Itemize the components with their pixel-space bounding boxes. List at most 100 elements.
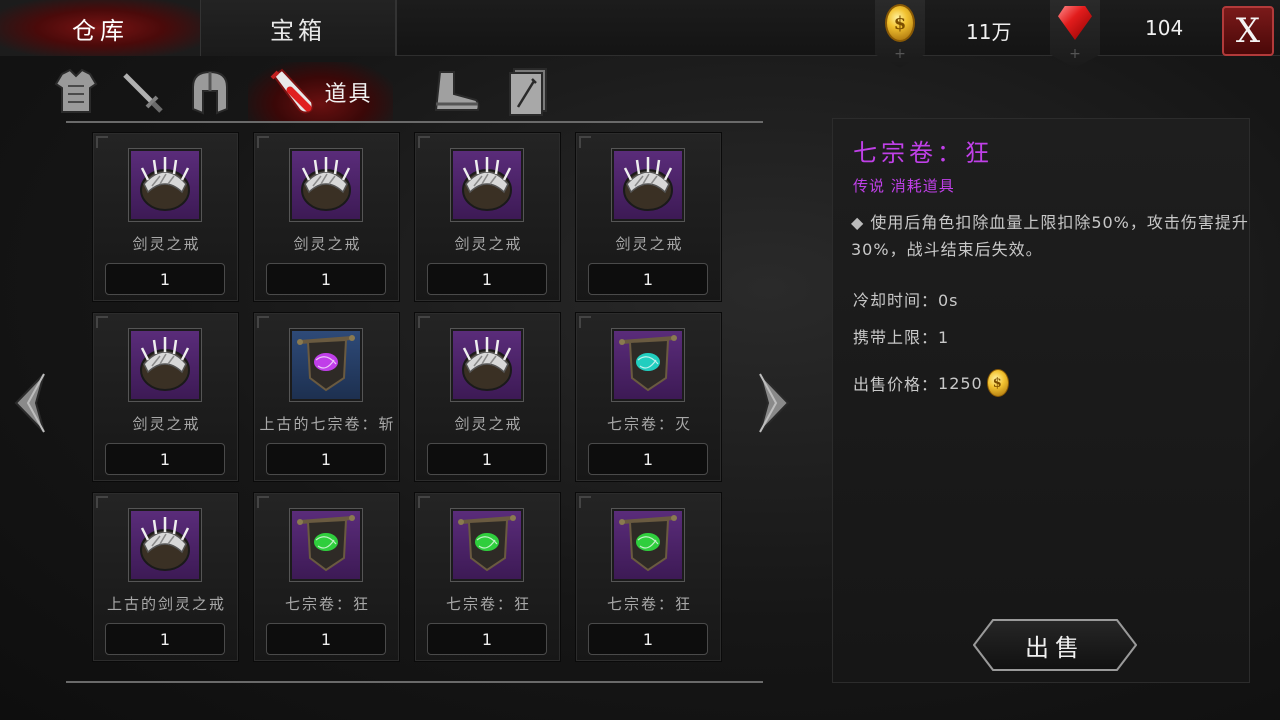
item-name: 剑灵之戒	[454, 415, 523, 433]
inventory-slot[interactable]: 剑灵之戒 1	[414, 312, 561, 482]
tab-items[interactable]: 道具	[248, 62, 393, 122]
spiked-ring-icon	[612, 149, 684, 221]
ruby-gem-icon	[1058, 6, 1092, 40]
item-description: ◆ 使用后角色扣除血量上限扣除50%，攻击伤害提升30%，战斗结束后失效。	[851, 209, 1251, 263]
item-title: 七宗卷：狂	[853, 139, 993, 167]
boot-icon	[434, 71, 480, 111]
spiked-ring-icon	[129, 329, 201, 401]
helmet-icon	[192, 70, 228, 115]
slot-corner-decoration	[257, 136, 269, 148]
item-quantity: 1	[588, 443, 708, 475]
gold-coin-icon: $	[986, 369, 1009, 397]
item-cooldown: 冷却时间：0s	[853, 291, 959, 310]
inventory-slot[interactable]: 上古的七宗卷：斩 1	[253, 312, 400, 482]
scroll-card-icon	[509, 68, 547, 116]
spiked-ring-icon	[451, 329, 523, 401]
slot-corner-decoration	[418, 136, 430, 148]
item-quantity: 1	[588, 263, 708, 295]
item-quantity: 1	[427, 443, 547, 475]
item-name: 上古的七宗卷：斩	[259, 415, 396, 433]
sell-price-value: 1250	[938, 373, 983, 393]
item-quantity: 1	[105, 623, 225, 655]
banner-scroll-icon	[612, 509, 684, 581]
inventory-slot[interactable]: 七宗卷：灭 1	[575, 312, 722, 482]
tab-weapon[interactable]	[114, 62, 170, 122]
grid-bottom-line	[66, 681, 763, 683]
item-name: 七宗卷：狂	[284, 595, 370, 613]
divider	[396, 0, 397, 56]
inventory-slot[interactable]: 上古的剑灵之戒 1	[92, 492, 239, 662]
item-quantity: 1	[588, 623, 708, 655]
inventory-slot[interactable]: 剑灵之戒 1	[575, 132, 722, 302]
inventory-slot[interactable]: 七宗卷：狂 1	[414, 492, 561, 662]
banner-scroll-icon	[451, 509, 523, 581]
item-name: 七宗卷：狂	[606, 595, 692, 613]
add-gold-icon: +	[894, 46, 906, 62]
banner-scroll-icon	[290, 329, 362, 401]
slot-corner-decoration	[257, 496, 269, 508]
inventory-slot[interactable]: 七宗卷：狂 1	[253, 492, 400, 662]
close-button[interactable]: X	[1222, 6, 1274, 56]
slot-corner-decoration	[96, 136, 108, 148]
tabs-divider-line	[66, 121, 763, 123]
item-sell-price: 出售价格： 1250 $	[853, 369, 1009, 397]
sell-button-label: 出售	[1025, 633, 1085, 662]
inventory-slot[interactable]: 剑灵之戒 1	[92, 132, 239, 302]
item-name: 剑灵之戒	[132, 415, 201, 433]
spiked-ring-icon	[451, 149, 523, 221]
potion-icon	[271, 68, 314, 114]
armor-icon	[54, 68, 98, 113]
tab-boots[interactable]	[428, 62, 484, 122]
spiked-ring-icon	[290, 149, 362, 221]
banner-scroll-icon	[612, 329, 684, 401]
slot-corner-decoration	[96, 316, 108, 328]
next-page-arrow-icon[interactable]	[758, 372, 794, 434]
tab-armor[interactable]	[48, 62, 104, 122]
slot-corner-decoration	[257, 316, 269, 328]
item-rarity-type: 传说 消耗道具	[853, 177, 955, 195]
tab-helmet[interactable]	[182, 62, 238, 122]
tab-items-label: 道具	[324, 82, 373, 107]
slot-corner-decoration	[96, 496, 108, 508]
slot-corner-decoration	[579, 136, 591, 148]
item-name: 七宗卷：灭	[606, 415, 692, 433]
tab-scrolls[interactable]	[500, 62, 556, 122]
item-quantity: 1	[427, 623, 547, 655]
inventory-slot[interactable]: 剑灵之戒 1	[92, 312, 239, 482]
spiked-ring-icon	[129, 509, 201, 581]
item-quantity: 1	[266, 263, 386, 295]
inventory-slot[interactable]: 剑灵之戒 1	[414, 132, 561, 302]
sell-price-label: 出售价格：	[853, 375, 939, 394]
spiked-ring-icon	[129, 149, 201, 221]
slot-corner-decoration	[418, 496, 430, 508]
add-gem-icon: +	[1069, 46, 1081, 62]
item-description-text: 使用后角色扣除血量上限扣除50%，攻击伤害提升30%，战斗结束后失效。	[851, 213, 1249, 259]
item-quantity: 1	[105, 263, 225, 295]
gem-amount: 104	[1145, 16, 1184, 40]
gold-slot[interactable]: $ +	[875, 0, 925, 68]
inventory-slot[interactable]: 七宗卷：狂 1	[575, 492, 722, 662]
item-name: 剑灵之戒	[454, 235, 523, 253]
top-bar: 仓库 宝箱 $ + 11万 + 104 X	[0, 0, 1280, 68]
gold-coin-icon: $	[885, 4, 915, 42]
banner-scroll-icon	[290, 509, 362, 581]
inventory-slot[interactable]: 剑灵之戒 1	[253, 132, 400, 302]
gold-amount: 11万	[966, 20, 1012, 44]
item-carry-limit: 携带上限：1	[853, 328, 950, 347]
inventory-grid: 剑灵之戒 1 剑灵之戒 1 剑灵之戒 1 剑灵之戒 1 剑灵之戒 1 上古的七宗卷：斩 1 剑灵之戒 1 七…	[92, 132, 726, 666]
gem-slot[interactable]: +	[1050, 0, 1100, 68]
item-name: 剑灵之戒	[293, 235, 362, 253]
tab-treasure-chest[interactable]: 宝箱	[200, 0, 396, 56]
slot-corner-decoration	[579, 316, 591, 328]
prev-page-arrow-icon[interactable]	[10, 372, 46, 434]
item-name: 剑灵之戒	[132, 235, 201, 253]
sword-icon	[123, 73, 163, 113]
tab-warehouse[interactable]: 仓库	[0, 0, 200, 56]
slot-corner-decoration	[579, 496, 591, 508]
slot-corner-decoration	[418, 316, 430, 328]
item-name: 七宗卷：狂	[445, 595, 531, 613]
category-tabs: 道具	[48, 62, 763, 122]
item-quantity: 1	[427, 263, 547, 295]
sell-button[interactable]: 出售	[973, 619, 1137, 671]
item-quantity: 1	[266, 443, 386, 475]
